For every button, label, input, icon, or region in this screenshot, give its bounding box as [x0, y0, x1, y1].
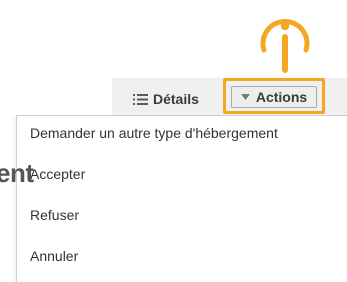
menu-item-refuse[interactable]: Refuser — [30, 207, 79, 223]
list-icon — [133, 93, 148, 105]
details-label: Détails — [153, 91, 199, 107]
page-heading-fragment: ent — [0, 158, 34, 188]
menu-item-request-other-type[interactable]: Demander un autre type d'hébergement — [30, 125, 278, 141]
actions-button[interactable]: Actions — [231, 86, 317, 108]
menu-item-cancel[interactable]: Annuler — [30, 248, 78, 264]
info-icon — [260, 18, 310, 73]
actions-dropdown-menu: Demander un autre type d'hébergement Acc… — [16, 115, 347, 282]
actions-label: Actions — [255, 89, 308, 105]
details-button[interactable]: Détails — [133, 88, 199, 110]
menu-item-accept[interactable]: Accepter — [30, 166, 85, 182]
caret-down-icon — [240, 94, 250, 100]
